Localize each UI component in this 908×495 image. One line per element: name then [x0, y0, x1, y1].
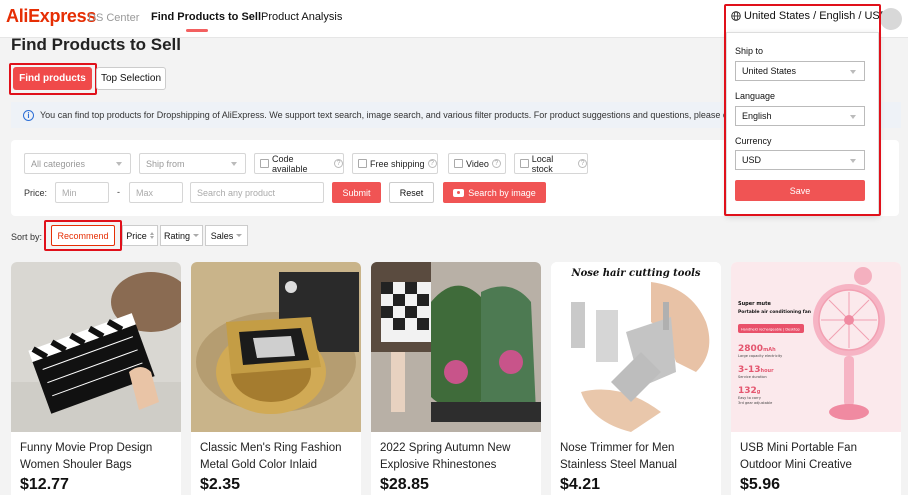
info-icon: i — [23, 109, 34, 121]
product-card[interactable]: Funny Movie Prop Design Women Shouler Ba… — [11, 262, 181, 495]
sort-rating-label: Rating — [163, 230, 190, 241]
product-card[interactable]: Nose hair cutting tools Nose Trimmer for… — [551, 262, 721, 495]
fan-weight-sub: Easy to carry — [738, 396, 761, 400]
fan-text-line1: Super mute — [738, 301, 771, 307]
chevron-down-icon — [116, 162, 122, 166]
product-price: $28.85 — [380, 476, 429, 493]
product-image[interactable]: Nose hair cutting tools — [551, 262, 721, 432]
local-stock-checkbox[interactable]: Local stock? — [514, 153, 588, 174]
product-title[interactable]: 2022 Spring Autumn New Explosive Rhinest… — [380, 440, 534, 474]
sort-arrows-icon — [149, 232, 154, 239]
search-by-image-label: Search by image — [468, 187, 536, 198]
fan-hours-value: 3-13 — [738, 365, 761, 375]
product-card[interactable]: Classic Men's Ring Fashion Metal Gold Co… — [191, 262, 361, 495]
chevron-down-icon — [236, 234, 243, 237]
page-title: Find Products to Sell — [11, 35, 182, 54]
video-label: Video — [466, 158, 489, 169]
free-shipping-label: Free shipping — [370, 158, 425, 169]
product-card[interactable]: Super mute Portable air conditioning fan… — [731, 262, 901, 495]
chevron-down-icon — [193, 234, 199, 237]
sort-sales-label: Sales — [210, 230, 234, 241]
nav-find-products[interactable]: Find Products to Sell — [151, 11, 261, 23]
aliexpress-logo[interactable]: AliExpress — [6, 6, 96, 27]
checkbox-icon — [520, 159, 529, 168]
price-separator: - — [117, 187, 120, 197]
checkbox-icon — [260, 159, 269, 168]
submit-button[interactable]: Submit — [332, 182, 381, 203]
code-available-label: Code available — [271, 153, 308, 174]
product-image[interactable] — [371, 262, 541, 432]
help-icon[interactable]: ? — [427, 159, 437, 168]
sort-price[interactable]: Price — [122, 225, 158, 246]
nose-image-text: Nose hair cutting tools — [570, 268, 700, 279]
logo-subtitle: DS Center — [88, 12, 140, 24]
camera-icon — [453, 188, 465, 197]
ship-from-placeholder: Ship from — [146, 158, 185, 169]
product-price: $5.96 — [740, 476, 781, 493]
fan-badge-text: Handheld rechargeable | Desktop — [741, 328, 801, 332]
fan-hours-sub: Service duration — [738, 375, 767, 379]
product-image[interactable] — [191, 262, 361, 432]
category-placeholder: All categories — [31, 158, 86, 169]
sort-rating[interactable]: Rating — [160, 225, 203, 246]
product-title[interactable]: USB Mini Portable Fan Outdoor Mini Creat… — [740, 440, 894, 474]
highlight-locale-panel — [724, 4, 881, 216]
nav-active-underline — [186, 29, 208, 32]
fan-hours-unit: hour — [761, 368, 775, 374]
checkbox-icon — [358, 159, 367, 168]
free-shipping-checkbox[interactable]: Free shipping? — [352, 153, 438, 174]
search-input[interactable]: Search any product — [190, 182, 324, 203]
price-min-input[interactable]: Min — [55, 182, 109, 203]
video-checkbox[interactable]: Video? — [448, 153, 506, 174]
category-select[interactable]: All categories — [24, 153, 131, 174]
chevron-down-icon — [231, 162, 237, 166]
product-image[interactable] — [11, 262, 181, 432]
fan-capacity-value: 2800 — [738, 344, 763, 354]
help-icon[interactable]: ? — [491, 159, 501, 168]
price-max-input[interactable]: Max — [129, 182, 183, 203]
reset-button[interactable]: Reset — [389, 182, 434, 203]
price-label: Price: — [24, 188, 48, 198]
help-icon[interactable]: ? — [334, 159, 344, 168]
product-price: $12.77 — [20, 476, 69, 493]
fan-weight-unit: g — [757, 389, 761, 395]
fan-text-line2: Portable air conditioning fan — [738, 309, 811, 315]
fan-capacity-unit: mAh — [763, 347, 776, 353]
product-price: $2.35 — [200, 476, 241, 493]
highlight-find-products — [9, 63, 97, 95]
avatar[interactable] — [880, 8, 902, 30]
code-available-checkbox[interactable]: Code available? — [254, 153, 344, 174]
fan-gear-sub: 3rd gear adjustable — [738, 401, 772, 405]
product-image[interactable]: Super mute Portable air conditioning fan… — [731, 262, 901, 432]
info-text: You can find top products for Dropshippi… — [40, 110, 752, 120]
fan-weight-value: 132 — [738, 386, 757, 396]
highlight-recommend — [44, 220, 122, 251]
product-title[interactable]: Nose Trimmer for Men Stainless Steel Man… — [560, 440, 714, 474]
sort-by-label: Sort by: — [11, 232, 43, 242]
ship-from-select[interactable]: Ship from — [139, 153, 246, 174]
product-title[interactable]: Classic Men's Ring Fashion Metal Gold Co… — [200, 440, 354, 474]
product-card[interactable]: 2022 Spring Autumn New Explosive Rhinest… — [371, 262, 541, 495]
help-icon[interactable]: ? — [578, 159, 588, 168]
search-by-image-button[interactable]: Search by image — [443, 182, 546, 203]
sort-sales[interactable]: Sales — [205, 225, 248, 246]
product-price: $4.21 — [560, 476, 601, 493]
fan-capacity-sub: Large capacity electricity — [738, 354, 782, 358]
product-title[interactable]: Funny Movie Prop Design Women Shouler Ba… — [20, 440, 174, 474]
nav-product-analysis[interactable]: Product Analysis — [261, 11, 342, 23]
checkbox-icon — [454, 159, 463, 168]
local-stock-label: Local stock — [531, 153, 554, 174]
sort-price-label: Price — [126, 230, 147, 241]
tab-top-selection[interactable]: Top Selection — [96, 67, 166, 90]
